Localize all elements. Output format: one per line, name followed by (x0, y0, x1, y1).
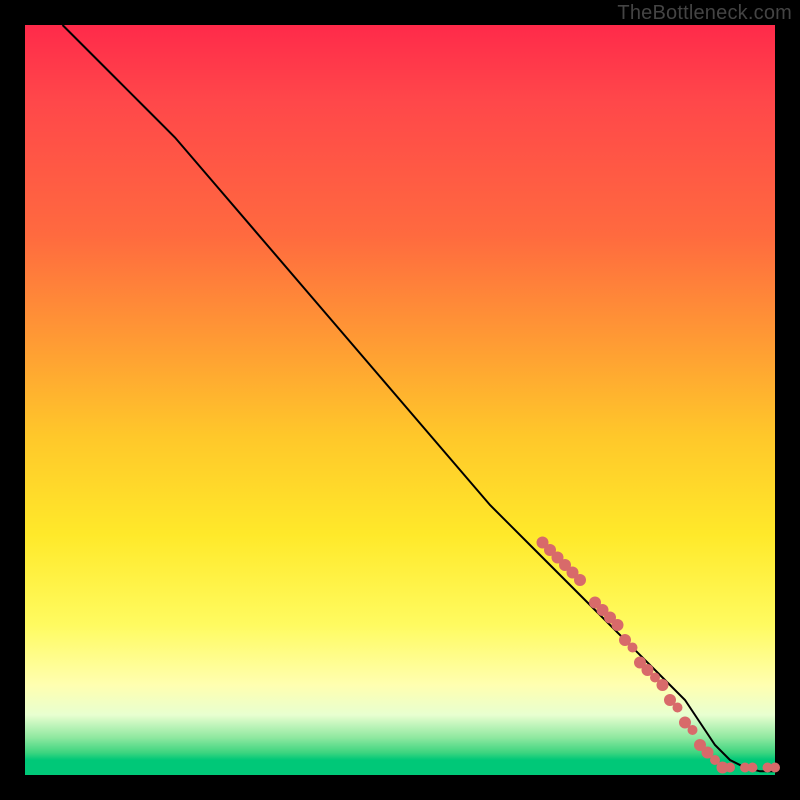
point-cluster (537, 537, 781, 774)
curve-line (63, 25, 776, 771)
data-point (673, 703, 683, 713)
data-point (688, 725, 698, 735)
data-point (770, 763, 780, 773)
data-point (748, 763, 758, 773)
data-point (657, 679, 669, 691)
data-point (725, 763, 735, 773)
data-point (628, 643, 638, 653)
chart-svg (25, 25, 775, 775)
data-point (574, 574, 586, 586)
data-point (612, 619, 624, 631)
watermark-text: TheBottleneck.com (617, 2, 792, 25)
